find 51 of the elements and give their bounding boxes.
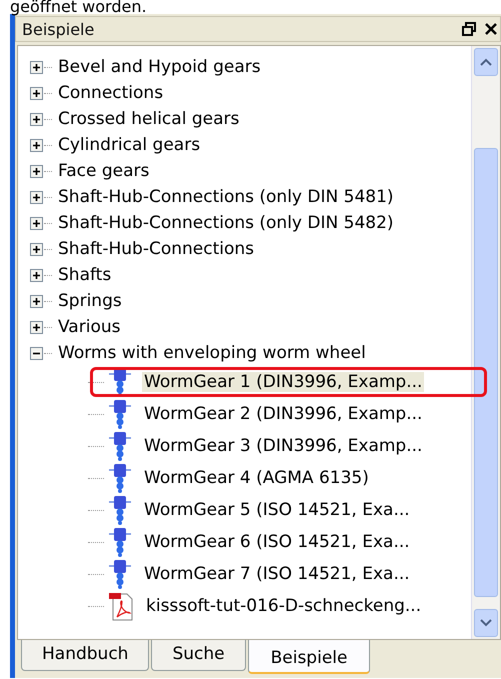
tree-item[interactable]: WormGear 4 (AGMA 6135) [142, 468, 371, 488]
tree-item[interactable]: Face gears [56, 161, 152, 181]
worm-gear-icon [108, 527, 132, 557]
tree-item[interactable]: Shaft-Hub-Connections (only DIN 5482) [56, 213, 396, 233]
tree-item[interactable]: WormGear 2 (DIN3996, Examp... [142, 404, 424, 424]
worm-gear-icon [108, 463, 132, 493]
close-icon[interactable] [484, 22, 498, 36]
expand-toggle[interactable] [30, 138, 43, 152]
expand-toggle[interactable] [30, 216, 43, 230]
pdf-file-icon [108, 591, 134, 621]
tree-item[interactable]: WormGear 7 (ISO 14521, Exa... [142, 564, 412, 584]
expand-toggle[interactable] [30, 190, 43, 204]
tree-item[interactable]: WormGear 6 (ISO 14521, Exa... [142, 532, 412, 552]
collapse-toggle[interactable] [30, 346, 43, 360]
worm-gear-icon [108, 367, 132, 397]
expand-toggle[interactable] [30, 294, 43, 308]
scrollbar[interactable] [471, 46, 500, 639]
expand-toggle[interactable] [30, 60, 43, 74]
expand-toggle[interactable] [30, 320, 43, 334]
tree-item[interactable]: Cylindrical gears [56, 135, 202, 155]
scroll-down-button[interactable] [474, 609, 498, 637]
scroll-thumb[interactable] [474, 148, 498, 597]
tab[interactable]: Suche [151, 640, 246, 671]
tree-item[interactable]: WormGear 3 (DIN3996, Examp... [142, 436, 424, 456]
tree-item[interactable]: Worms with enveloping worm wheel [56, 343, 368, 363]
tree-item[interactable]: Shafts [56, 265, 114, 285]
expand-toggle[interactable] [30, 164, 43, 178]
worm-gear-icon [108, 399, 132, 429]
tree-item[interactable]: Crossed helical gears [56, 109, 242, 129]
tree-item[interactable]: Bevel and Hypoid gears [56, 57, 263, 77]
worm-gear-icon [108, 559, 132, 589]
tab[interactable]: Handbuch [21, 640, 150, 671]
tree-item[interactable]: WormGear 5 (ISO 14521, Exa... [142, 500, 412, 520]
tab[interactable]: Beispiele [248, 640, 370, 674]
tree-item[interactable]: WormGear 1 (DIN3996, Examp... [142, 372, 424, 392]
tree-item[interactable]: Shaft-Hub-Connections (only DIN 5481) [56, 187, 396, 207]
expand-toggle[interactable] [30, 242, 43, 256]
expand-toggle[interactable] [30, 112, 43, 126]
tree-item[interactable]: Various [56, 317, 122, 337]
tree-item[interactable]: Shaft-Hub-Connections [56, 239, 256, 259]
caption-text: geöffnet worden. [9, 0, 148, 14]
expand-toggle[interactable] [30, 268, 43, 282]
panel-title: Beispiele [22, 20, 96, 38]
expand-toggle[interactable] [30, 86, 43, 100]
worm-gear-icon [108, 495, 132, 525]
tree-item[interactable]: Connections [56, 83, 166, 103]
tree-item[interactable]: Springs [56, 291, 124, 311]
scroll-up-button[interactable] [474, 48, 498, 76]
tree-item[interactable]: kisssoft-tut-016-D-schneckeng... [144, 596, 424, 616]
restore-icon[interactable] [462, 22, 476, 36]
worm-gear-icon [108, 431, 132, 461]
